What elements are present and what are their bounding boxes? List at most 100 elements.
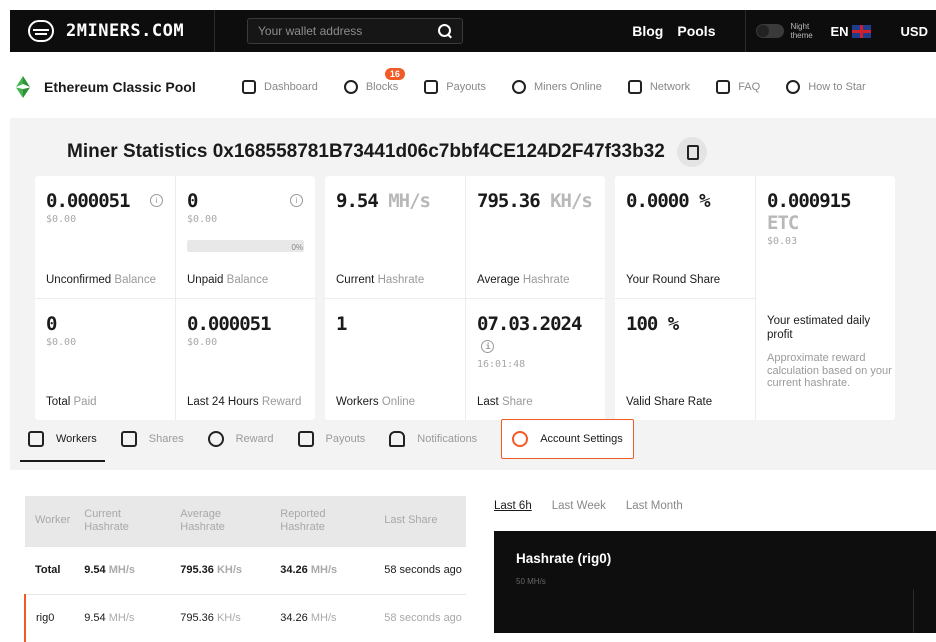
chart-range-tabs: Last 6h Last Week Last Month xyxy=(494,500,703,512)
last-share-time: 16:01:48 xyxy=(477,359,526,370)
pools-link[interactable]: Pools xyxy=(677,23,715,39)
brand-name: 2MINERS.COM xyxy=(66,21,185,41)
info-icon[interactable]: i xyxy=(481,340,494,353)
label-main: Last 24 Hours xyxy=(187,396,259,408)
range-tab-month[interactable]: Last Month xyxy=(626,500,683,512)
nav-payouts[interactable]: Payouts xyxy=(424,80,486,94)
value-unit: KH/s xyxy=(550,190,593,212)
col-average-hashrate[interactable]: Average Hashrate xyxy=(170,496,271,546)
last-share-label: Last Share xyxy=(477,396,533,408)
layers-icon xyxy=(28,431,44,447)
round-share-label: Your Round Share xyxy=(626,274,721,286)
label-muted: Hashrate xyxy=(522,274,570,286)
value-unit: ETC xyxy=(767,212,799,234)
cube-icon xyxy=(343,80,358,94)
last-24h-reward: 0.000051 $0.00 Last 24 Hours Reward xyxy=(175,298,315,420)
nav-dashboard[interactable]: Dashboard xyxy=(242,80,318,94)
pool-nav: Ethereum Classic Pool Dashboard Blocks 1… xyxy=(10,62,936,112)
tab-label: Workers xyxy=(56,433,97,445)
value-date: 07.03.2024 xyxy=(477,313,582,335)
unpaid-value: 0 xyxy=(187,190,198,212)
wallet-search-input[interactable] xyxy=(258,24,438,38)
tab-workers[interactable]: Workers xyxy=(20,419,105,462)
currency-select[interactable]: USD xyxy=(901,24,928,39)
tab-payouts[interactable]: Payouts xyxy=(297,419,366,459)
label-muted: Balance xyxy=(114,274,156,286)
copy-address-button[interactable] xyxy=(676,137,707,167)
label-main: Total xyxy=(46,396,71,408)
nav-label: Payouts xyxy=(446,81,486,93)
unpaid-balance: 0 $0.00 i 0% Unpaid Balance xyxy=(175,176,315,298)
range-tab-week[interactable]: Last Week xyxy=(552,500,606,512)
cell-unit: MH/s xyxy=(108,611,135,624)
label-muted: Balance xyxy=(226,274,269,286)
table-header-row: Worker Current Hashrate Average Hashrate… xyxy=(25,496,466,546)
cell-value: 9.54 xyxy=(84,563,106,576)
tab-label: Payouts xyxy=(325,433,366,445)
nav-label: FAQ xyxy=(738,81,761,93)
worker-cell: Total xyxy=(25,545,75,594)
language-select[interactable]: EN xyxy=(830,24,871,39)
last-share: 07.03.2024 i 16:01:48 Last Share xyxy=(465,298,605,420)
nav-miners-online[interactable]: Miners Online xyxy=(511,80,602,94)
night-theme-toggle[interactable] xyxy=(756,24,785,38)
info-icon[interactable]: i xyxy=(150,194,163,207)
ethereum-classic-icon xyxy=(16,76,30,98)
nav-label: Miners Online xyxy=(533,81,602,93)
label-main: Average xyxy=(477,274,520,286)
valid-share-value: 100 % xyxy=(626,313,679,335)
info-icon[interactable]: i xyxy=(290,194,303,207)
miner-logo-icon xyxy=(28,20,54,42)
cell-value: 795.36 xyxy=(180,611,214,624)
tab-account-settings[interactable]: Account Settings xyxy=(501,419,634,459)
coins-icon xyxy=(207,431,224,447)
top-bar: 2MINERS.COM Blog Pools Night theme EN US… xyxy=(10,10,936,52)
cell-unit: MH/s xyxy=(310,563,338,576)
home-icon xyxy=(242,80,256,94)
chart-plot-area xyxy=(516,589,914,633)
value-number: 0.000915 xyxy=(767,190,852,212)
round-share-value: 0.0000 % xyxy=(626,190,711,212)
nav-label: Network xyxy=(649,81,691,93)
search-icon[interactable] xyxy=(438,24,452,38)
col-reported-hashrate[interactable]: Reported Hashrate xyxy=(270,496,375,546)
tab-shares[interactable]: Shares xyxy=(120,419,184,459)
label-muted: Share xyxy=(501,396,533,408)
pool-title[interactable]: Ethereum Classic Pool xyxy=(16,76,242,98)
col-last-share[interactable]: Last Share xyxy=(374,496,466,546)
unpaid-percent: 0% xyxy=(291,243,303,252)
label-muted: Hashrate xyxy=(377,274,425,286)
table-row[interactable]: rig0 9.54 MH/s 795.36 KH/s 34.26 MH/s 58… xyxy=(23,593,466,642)
value-number: 795.36 xyxy=(477,190,541,212)
nav-blocks[interactable]: Blocks 16 xyxy=(343,68,405,94)
average-hashrate: 795.36 KH/s Average Hashrate xyxy=(465,176,605,298)
blocks-badge: 16 xyxy=(384,68,405,80)
hashrate-chart: Hashrate (rig0) 50 MH/s xyxy=(494,531,936,633)
current-cell: 9.54 MH/s xyxy=(74,545,171,594)
nav-how-to-start[interactable]: How to Star xyxy=(786,80,866,94)
nav-network[interactable]: Network xyxy=(627,80,691,94)
miner-tabs: Workers Shares Reward Payouts Notificati… xyxy=(20,416,658,462)
uk-flag-icon xyxy=(851,24,871,38)
chart-y-label: 50 MH/s xyxy=(516,577,546,586)
blog-link[interactable]: Blog xyxy=(632,23,663,39)
unpaid-progress-bar xyxy=(187,240,304,252)
unpaid-usd: $0.00 xyxy=(187,214,218,225)
average-hashrate-label: Average Hashrate xyxy=(477,274,570,286)
hashrate-card: 9.54 MH/s Current Hashrate 795.36 KH/s A… xyxy=(325,176,605,420)
nav-faq[interactable]: FAQ xyxy=(716,80,760,94)
tab-reward[interactable]: Reward xyxy=(207,419,274,459)
question-icon xyxy=(786,80,801,94)
tab-notifications[interactable]: Notifications xyxy=(389,419,477,459)
gear-icon xyxy=(512,431,529,447)
range-tab-6h[interactable]: Last 6h xyxy=(494,500,532,512)
col-worker[interactable]: Worker xyxy=(25,496,75,546)
page-title: Miner Statistics 0x168558781B73441d06c7b… xyxy=(67,137,707,167)
top-links: Blog Pools Night theme EN USD xyxy=(632,10,936,52)
cell-value: 795.36 xyxy=(180,563,214,576)
unconfirmed-balance: 0.000051 $0.00 i Unconfirmed Balance xyxy=(35,176,175,298)
profit-card: 0.0000 % Your Round Share 0.000915 ETC $… xyxy=(615,176,895,420)
brand[interactable]: 2MINERS.COM xyxy=(10,10,215,52)
label-main: Last xyxy=(477,396,499,408)
col-current-hashrate[interactable]: Current Hashrate xyxy=(74,496,171,546)
